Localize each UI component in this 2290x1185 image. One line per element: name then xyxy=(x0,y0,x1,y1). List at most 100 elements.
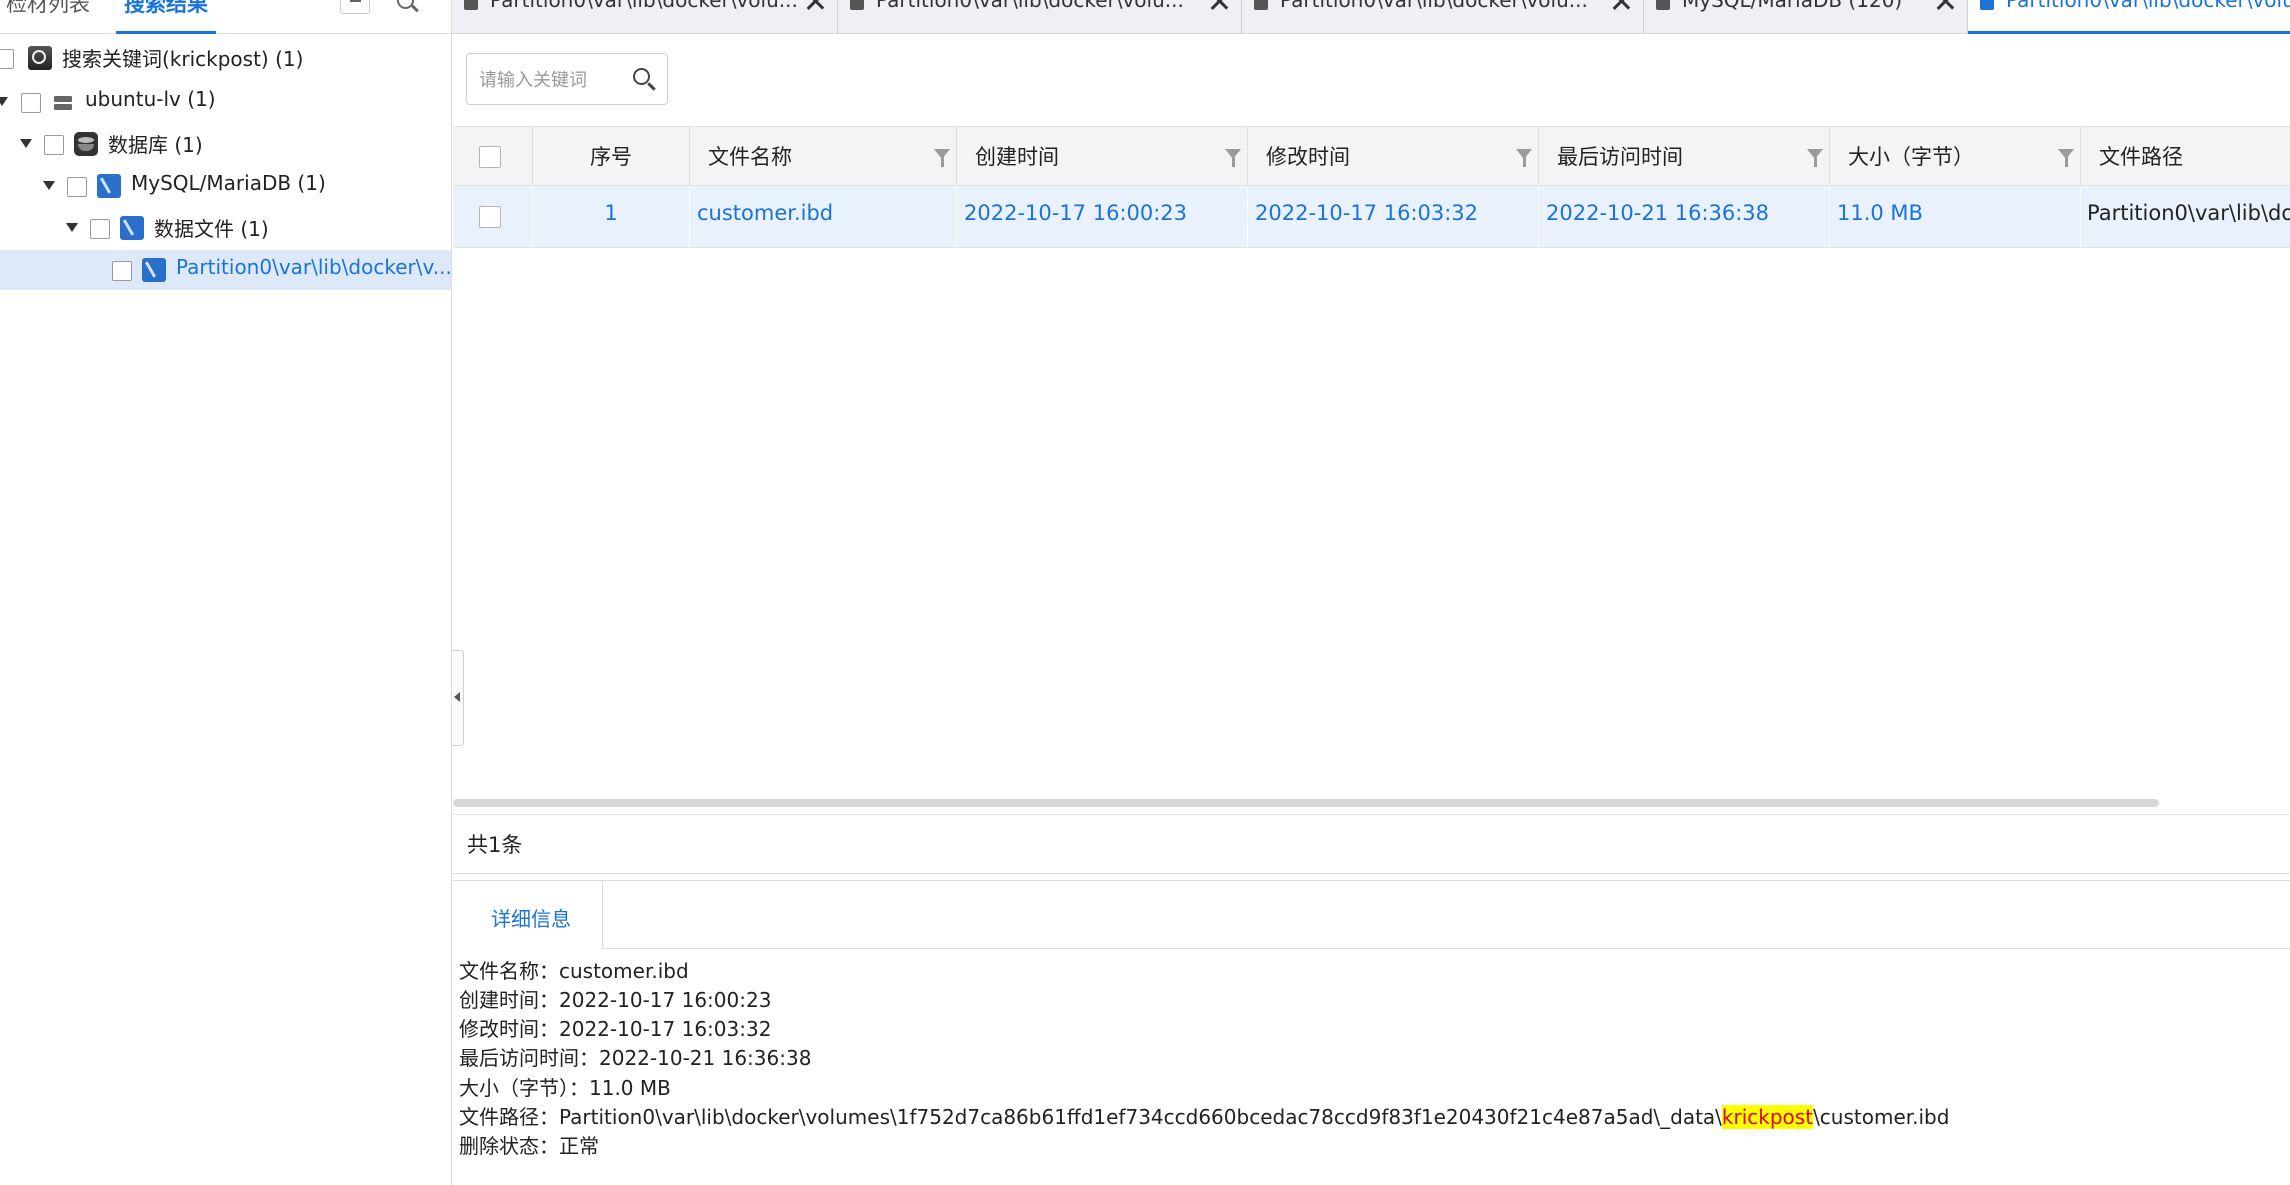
cell-accessed: 2022-10-21 16:36:38 xyxy=(1539,186,1830,247)
filter-icon[interactable] xyxy=(1516,149,1532,167)
filter-icon[interactable] xyxy=(1225,149,1241,167)
tree-node-partition-file[interactable]: Partition0\var\lib\docker\v... xyxy=(0,250,452,290)
record-count-bar: 共1条 xyxy=(453,814,2290,874)
column-header-size[interactable]: 大小（字节） xyxy=(1830,127,2081,185)
tree-checkbox[interactable] xyxy=(21,93,41,113)
tree-node-label: Partition0\var\lib\docker\v... xyxy=(176,255,452,279)
detail-label: 创建时间： xyxy=(459,988,559,1012)
detail-label: 删除状态： xyxy=(459,1134,559,1158)
row-select-cell xyxy=(453,186,533,247)
column-header-path[interactable]: 文件路径 xyxy=(2081,127,2290,185)
tree-checkbox[interactable] xyxy=(0,49,14,69)
detail-path-prefix: Partition0\var\lib\docker\volumes\1f752d… xyxy=(559,1105,1722,1129)
detail-path: 文件路径：Partition0\var\lib\docker\volumes\1… xyxy=(459,1101,1949,1130)
tree-checkbox[interactable] xyxy=(44,135,64,155)
filter-icon[interactable] xyxy=(934,149,950,167)
tree-node-database[interactable]: 数据库 (1) xyxy=(0,124,451,164)
close-icon[interactable] xyxy=(1610,0,1632,12)
tab-partition-3[interactable]: Partition0\var\lib\docker\volu... xyxy=(1242,0,1644,34)
tab-evidence-list[interactable]: 检材列表 xyxy=(6,0,90,18)
tree-checkbox[interactable] xyxy=(67,177,87,197)
tree-checkbox[interactable] xyxy=(90,219,110,239)
tab-label: MySQL/MariaDB (120) xyxy=(1682,0,1903,12)
file-table: 序号 文件名称 创建时间 修改时间 最后访问时间 大小（字节） 文件路径 1 c… xyxy=(453,126,2290,807)
cell-size: 11.0 MB xyxy=(1830,186,2081,247)
tree-node-label: ubuntu-lv (1) xyxy=(85,87,216,111)
column-header-label: 创建时间 xyxy=(975,145,1059,169)
cell-created: 2022-10-17 16:00:23 xyxy=(957,186,1248,247)
expand-caret-icon[interactable] xyxy=(66,223,78,232)
detail-created: 创建时间：2022-10-17 16:00:23 xyxy=(459,984,771,1013)
document-icon xyxy=(1254,0,1268,10)
column-header-modified[interactable]: 修改时间 xyxy=(1248,127,1539,185)
cell-modified: 2022-10-17 16:03:32 xyxy=(1248,186,1539,247)
cell-text: 2022-10-21 16:36:38 xyxy=(1546,201,1770,225)
close-icon[interactable] xyxy=(1208,0,1230,12)
search-icon[interactable] xyxy=(632,67,658,93)
tab-label: Partition0\var\lib\docker\volu... xyxy=(876,0,1184,12)
keyword-search-input[interactable] xyxy=(479,66,629,94)
search-icon[interactable] xyxy=(392,0,422,18)
cell-text: customer.ibd xyxy=(697,201,834,225)
close-icon[interactable] xyxy=(1934,0,1956,12)
document-icon xyxy=(464,0,478,10)
tab-details[interactable]: 详细信息 xyxy=(453,881,603,949)
detail-value: 正常 xyxy=(559,1134,599,1158)
detail-size: 大小（字节）：11.0 MB xyxy=(459,1072,671,1101)
tab-label: 详细信息 xyxy=(491,907,571,931)
search-result-icon xyxy=(28,46,52,70)
column-header-accessed[interactable]: 最后访问时间 xyxy=(1539,127,1830,185)
column-header-file-name[interactable]: 文件名称 xyxy=(690,127,957,185)
tree-node-data-files[interactable]: 数据文件 (1) xyxy=(0,208,451,248)
detail-panel: 详细信息 文件名称：customer.ibd 创建时间：2022-10-17 1… xyxy=(453,880,2290,1185)
search-document-icon xyxy=(1980,0,1994,10)
detail-modified: 修改时间：2022-10-17 16:03:32 xyxy=(459,1013,771,1042)
tree-node-label: 数据库 (1) xyxy=(108,133,203,157)
detail-label: 文件路径： xyxy=(459,1105,559,1129)
tree-node-mysql[interactable]: MySQL/MariaDB (1) xyxy=(0,166,451,206)
tab-search-results[interactable]: 搜索结果 xyxy=(124,0,208,18)
tree-node-label: 数据文件 (1) xyxy=(154,217,269,241)
cell-file-name: customer.ibd xyxy=(690,186,957,247)
tab-partition-1[interactable]: Partition0\var\lib\docker\volu... xyxy=(452,0,838,34)
keyword-search-box xyxy=(466,53,668,105)
filter-icon[interactable] xyxy=(1807,149,1823,167)
row-checkbox[interactable] xyxy=(479,206,501,228)
column-header-label: 最后访问时间 xyxy=(1557,145,1683,169)
cell-text: 2022-10-17 16:00:23 xyxy=(964,201,1188,225)
column-header-created[interactable]: 创建时间 xyxy=(957,127,1248,185)
cell-text: 1 xyxy=(604,201,618,225)
detail-value: 11.0 MB xyxy=(589,1076,671,1100)
filter-icon[interactable] xyxy=(2058,149,2074,167)
detail-label: 文件名称： xyxy=(459,959,559,983)
tab-partition-2[interactable]: Partition0\var\lib\docker\volu... xyxy=(838,0,1242,34)
cell-path: Partition0\var\lib\do xyxy=(2081,186,2290,247)
horizontal-scrollbar[interactable] xyxy=(453,799,2159,807)
column-header-index[interactable]: 序号 xyxy=(533,127,690,185)
mysql-icon xyxy=(120,216,144,240)
select-all-checkbox[interactable] xyxy=(479,146,501,168)
cell-text: 11.0 MB xyxy=(1837,201,1923,225)
detail-file-name: 文件名称：customer.ibd xyxy=(459,955,689,984)
tree-checkbox[interactable] xyxy=(112,261,132,281)
cell-text: 2022-10-17 16:03:32 xyxy=(1255,201,1479,225)
detail-value: customer.ibd xyxy=(559,959,689,983)
column-header-label: 大小（字节） xyxy=(1848,145,1974,169)
tree-node-ubuntu-lv[interactable]: ubuntu-lv (1) xyxy=(0,82,451,122)
record-count: 共1条 xyxy=(467,833,523,857)
close-icon[interactable] xyxy=(804,0,826,12)
expand-caret-icon[interactable] xyxy=(20,139,32,148)
table-row[interactable]: 1 customer.ibd 2022-10-17 16:00:23 2022-… xyxy=(453,186,2290,248)
detail-value: 2022-10-17 16:03:32 xyxy=(559,1017,772,1041)
tree-node-search-keyword[interactable]: 搜索关键词(krickpost) (1) xyxy=(0,38,451,78)
expand-caret-icon[interactable] xyxy=(0,97,8,106)
tab-search-partition-active[interactable]: Partition0\var\lib\docker\volu xyxy=(1968,0,2290,34)
collapse-all-button[interactable] xyxy=(340,0,370,14)
keyword-highlight: krickpost xyxy=(1721,1105,1814,1129)
detail-value: 2022-10-17 16:00:23 xyxy=(559,988,772,1012)
column-header-label: 序号 xyxy=(590,145,632,169)
tab-mysql-mariadb[interactable]: MySQL/MariaDB (120) xyxy=(1644,0,1968,34)
document-icon xyxy=(1656,0,1670,10)
expand-caret-icon[interactable] xyxy=(43,181,55,190)
detail-path-suffix: \customer.ibd xyxy=(1813,1105,1950,1129)
